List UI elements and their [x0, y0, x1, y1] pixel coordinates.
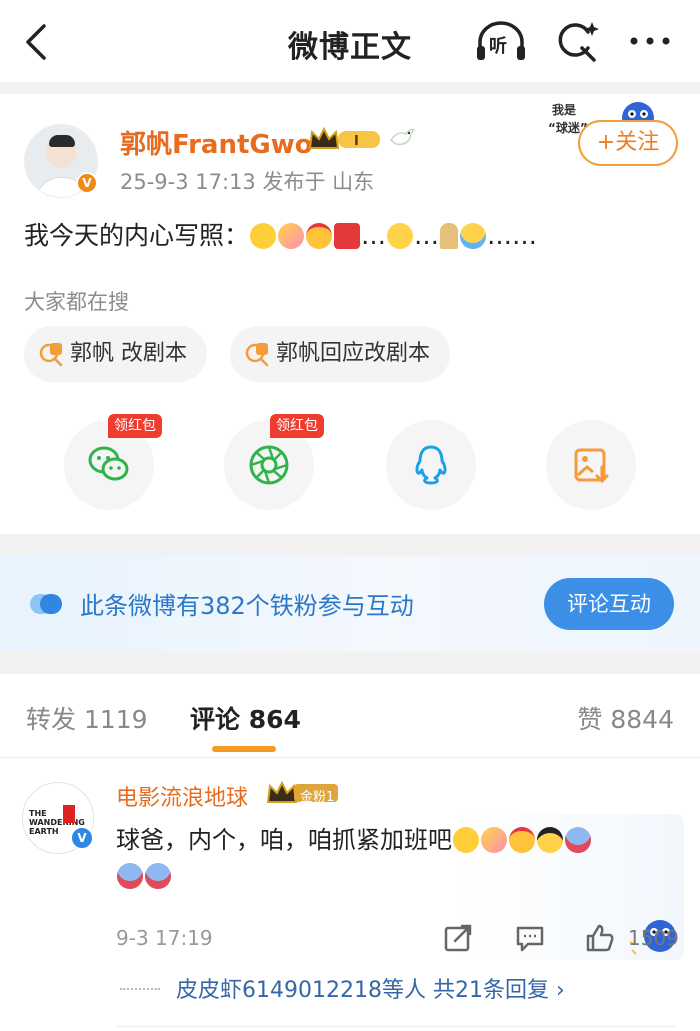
comment-text-content: 球爸，内个，咱，咱抓紧加班吧	[116, 826, 452, 854]
follow-button[interactable]: +关注	[578, 120, 678, 166]
qq-icon	[415, 445, 447, 485]
thumbs-up-icon[interactable]	[584, 922, 616, 954]
fan-badge-label: 金粉1	[300, 790, 335, 805]
red-packet-badge: 领红包	[270, 414, 324, 438]
comment-like-count: 1509	[628, 926, 679, 950]
smile-emoji-icon	[387, 223, 414, 249]
tab-like[interactable]: 赞 8844	[577, 700, 674, 736]
vip-level: I	[354, 134, 359, 149]
verified-badge-icon: V	[76, 172, 98, 194]
save-image-icon	[574, 448, 609, 484]
heart-bubble-emoji-icon	[117, 863, 143, 889]
weibo-post-page: 微博正文 听 V 郭帆FrantGwo I 25-9-3 17:13 发布于 山…	[0, 0, 700, 1031]
crying-laugh-emoji-icon	[250, 223, 277, 249]
kneeling-figure-icon	[440, 223, 459, 249]
search-chip-label: 郭帆 改剧本	[70, 341, 187, 366]
fans-toggle-icon	[30, 594, 62, 614]
dove-icon	[389, 128, 416, 146]
dizzy-emoji-icon	[481, 827, 507, 853]
comment-text: 球爸，内个，咱，咱抓紧加班吧	[116, 822, 676, 894]
search-chip[interactable]: 郭帆回应改剧本	[230, 326, 451, 382]
active-tab-indicator	[212, 746, 276, 752]
comment-item: THE WANDERING EARTH V 电影流浪地球 金粉1 球爸，内个，咱…	[0, 758, 700, 1031]
tab-repost[interactable]: 转发 1119	[26, 700, 148, 736]
post-card: V 郭帆FrantGwo I 25-9-3 17:13 发布于 山东 我是 “球…	[0, 94, 700, 534]
refresh-spark-icon[interactable]	[552, 18, 600, 64]
moments-icon	[249, 445, 289, 485]
fans-banner-text: 此条微博有382个铁粉参与互动	[80, 592, 414, 620]
crying-emoji-icon	[460, 223, 487, 249]
trending-search-title: 大家都在搜	[24, 290, 129, 314]
post-meta: 25-9-3 17:13 发布于 山东	[120, 170, 375, 194]
reply-icon[interactable]	[514, 922, 546, 954]
listen-button[interactable]: 听	[474, 18, 528, 64]
post-text: 我今天的内心写照：…………	[24, 221, 538, 250]
hot-search-icon	[245, 343, 269, 367]
top-bar: 微博正文 听	[0, 0, 700, 82]
tab-comment[interactable]: 评论 864	[190, 700, 301, 736]
fans-interaction-banner[interactable]: 此条微博有382个铁粉参与互动 评论互动	[0, 556, 700, 652]
red-packet-badge: 领红包	[108, 414, 162, 438]
share-icon[interactable]	[442, 922, 474, 954]
share-qq-button[interactable]	[386, 420, 476, 510]
verified-blue-badge-icon: V	[70, 826, 94, 850]
interaction-tabs: 转发 1119 评论 864 赞 8844	[0, 674, 700, 758]
search-chip[interactable]: 郭帆 改剧本	[24, 326, 207, 382]
svg-text:我是: 我是	[552, 102, 577, 117]
hot-search-icon	[39, 343, 63, 367]
heart-bubble-emoji-icon	[565, 827, 591, 853]
reply-divider	[120, 988, 160, 990]
divider	[116, 1026, 676, 1027]
replies-link[interactable]: 皮皮虾6149012218等人 共21条回复 ›	[116, 970, 676, 1010]
author-name[interactable]: 郭帆FrantGwo	[120, 124, 313, 161]
comment-interact-button[interactable]: 评论互动	[544, 578, 674, 630]
search-chip-label: 郭帆回应改剧本	[276, 341, 431, 366]
party-emoji-icon	[306, 223, 333, 249]
save-image-button[interactable]	[546, 420, 636, 510]
speech-bubble-icon	[334, 223, 361, 249]
listen-label: 听	[489, 36, 507, 57]
heart-bubble-emoji-icon	[145, 863, 171, 889]
more-dots-icon[interactable]	[624, 18, 676, 64]
post-text-prefix: 我今天的内心写照：	[24, 221, 250, 250]
wechat-icon	[88, 446, 129, 481]
comment-time: 9-3 17:19	[116, 926, 213, 950]
sunglasses-emoji-icon	[537, 827, 563, 853]
replies-summary: 皮皮虾6149012218等人 共21条回复 ›	[176, 978, 565, 1003]
dizzy-emoji-icon	[278, 223, 305, 249]
crying-laugh-emoji-icon	[453, 827, 479, 853]
vip-crown-icon: I	[308, 126, 380, 149]
commenter-name[interactable]: 电影流浪地球	[116, 780, 248, 812]
party-emoji-icon	[509, 827, 535, 853]
